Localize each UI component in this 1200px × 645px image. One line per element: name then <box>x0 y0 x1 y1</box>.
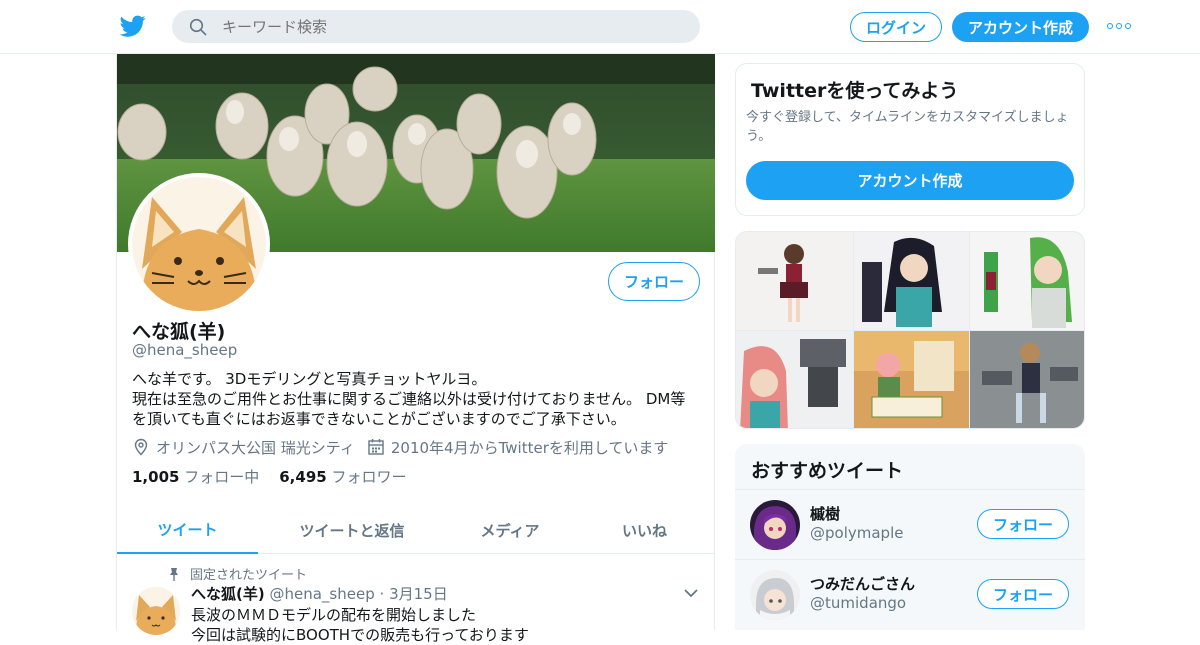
profile-bio: へな羊です。 3Dモデリングと写真チョットヤルヨ。 現在は至急のご用件とお仕事に… <box>132 369 702 429</box>
media-thumbnail[interactable] <box>736 331 853 428</box>
recommended-user-name: つみだんごさん <box>810 575 916 593</box>
followers-label: フォロワー <box>331 468 407 486</box>
following-stat[interactable]: 1,005 フォロー中 <box>132 466 259 487</box>
recommended-title: おすすめツイート <box>751 460 904 482</box>
signup-button[interactable]: アカウント作成 <box>952 12 1089 42</box>
login-button[interactable]: ログイン <box>850 12 942 42</box>
follow-button[interactable]: フォロー <box>977 579 1069 609</box>
followers-stat[interactable]: 6,495 フォロワー <box>279 466 406 487</box>
profile-name: へな狐(羊) <box>132 321 226 343</box>
search-icon <box>189 18 207 36</box>
tweet-avatar[interactable] <box>132 587 180 635</box>
tweet-author-handle[interactable]: @hena_sheep <box>270 585 375 603</box>
media-grid <box>735 231 1085 429</box>
media-thumbnail[interactable] <box>854 331 969 428</box>
pinned-tweet[interactable]: 固定されたツイート へな狐(羊) @hena_sheep · 3月15日 長波の… <box>117 554 715 644</box>
top-bar: ログイン アカウント作成 <box>0 0 1200 54</box>
signup-card-title: Twitterを使ってみよう <box>751 80 959 102</box>
bio-line: 現在は至急のご用件とお仕事に関するご連絡以外は受け付けておりません。 DM等 <box>132 390 686 408</box>
pinned-indicator: 固定されたツイート <box>168 564 307 583</box>
calendar-icon <box>368 439 384 455</box>
recommended-user-handle: @polymaple <box>810 524 904 542</box>
tab-tweets-replies[interactable]: ツイートと返信 <box>258 506 446 554</box>
recommended-users: おすすめツイート 槭樹 @polymaple フォロー つみだんごさん @tum… <box>735 444 1085 630</box>
twitter-bird-icon[interactable] <box>120 13 146 39</box>
recommended-user[interactable]: つみだんごさん @tumidango フォロー <box>735 559 1085 629</box>
tweet-date[interactable]: 3月15日 <box>389 585 448 603</box>
bio-line: を頂いても直ぐにはお返事できないことがございますのでご了承下さい。 <box>132 410 626 428</box>
profile-joined: 2010年4月からTwitterを利用しています <box>390 438 669 457</box>
media-thumbnail[interactable] <box>970 331 1084 428</box>
recommended-user-name: 槭樹 <box>810 505 841 523</box>
chevron-down-icon[interactable] <box>684 588 698 598</box>
tweet-author-name[interactable]: へな狐(羊) <box>191 585 265 603</box>
pinned-label: 固定されたツイート <box>190 568 308 583</box>
profile-avatar[interactable] <box>128 173 270 315</box>
profile-meta: オリンパス大公国 瑞光シティ 2010年4月からTwitterを利用しています <box>132 436 668 458</box>
avatar[interactable] <box>750 570 800 620</box>
tab-likes[interactable]: いいね <box>574 506 715 554</box>
profile-stats: 1,005 フォロー中 6,495 フォロワー <box>132 466 427 487</box>
recommended-user[interactable]: 槭樹 @polymaple フォロー <box>735 489 1085 559</box>
media-thumbnail[interactable] <box>854 232 969 330</box>
more-dots-icon[interactable] <box>1107 18 1131 34</box>
profile-handle[interactable]: @hena_sheep <box>132 341 237 359</box>
bio-line: へな羊です。 3Dモデリングと写真チョットヤルヨ。 <box>132 370 487 388</box>
profile-column: フォロー へな狐(羊) @hena_sheep へな羊です。 3Dモデリングと写… <box>116 54 715 644</box>
media-thumbnail[interactable] <box>736 232 853 330</box>
tweet-text: 長波のＭＭＤモデルの配布を開始しました 今回は試験的にBOOTHでの販売も行って… <box>191 605 691 645</box>
profile-location: オリンパス大公国 瑞光シティ <box>156 438 355 457</box>
following-count: 1,005 <box>132 468 180 486</box>
signup-card-subtitle: 今すぐ登録して、タイムラインをカスタマイズしましょう。 <box>746 110 1069 144</box>
follow-button[interactable]: フォロー <box>977 509 1069 539</box>
tweet-header: へな狐(羊) @hena_sheep · 3月15日 <box>191 583 448 604</box>
search-input[interactable] <box>222 16 682 38</box>
following-label: フォロー中 <box>184 468 260 486</box>
location-icon <box>134 438 148 456</box>
recommended-user-handle: @tumidango <box>810 594 907 612</box>
signup-card-button[interactable]: アカウント作成 <box>746 161 1074 200</box>
media-thumbnail[interactable] <box>970 232 1084 330</box>
tweet-separator: · <box>379 585 385 603</box>
tab-media[interactable]: メディア <box>446 506 574 554</box>
avatar[interactable] <box>750 500 800 550</box>
follow-button[interactable]: フォロー <box>608 262 700 301</box>
tweet-text-line: 長波のＭＭＤモデルの配布を開始しました <box>191 606 477 624</box>
search-bar[interactable] <box>172 10 700 43</box>
tab-tweets[interactable]: ツイート <box>117 506 258 554</box>
tweet-text-line: 今回は試験的にBOOTHでの販売も行っております <box>191 626 529 644</box>
profile-tabs: ツイート ツイートと返信 メディア いいね <box>117 506 715 554</box>
pin-icon <box>170 567 178 581</box>
signup-card: Twitterを使ってみよう 今すぐ登録して、タイムラインをカスタマイズしましょ… <box>735 63 1085 216</box>
followers-count: 6,495 <box>279 468 327 486</box>
